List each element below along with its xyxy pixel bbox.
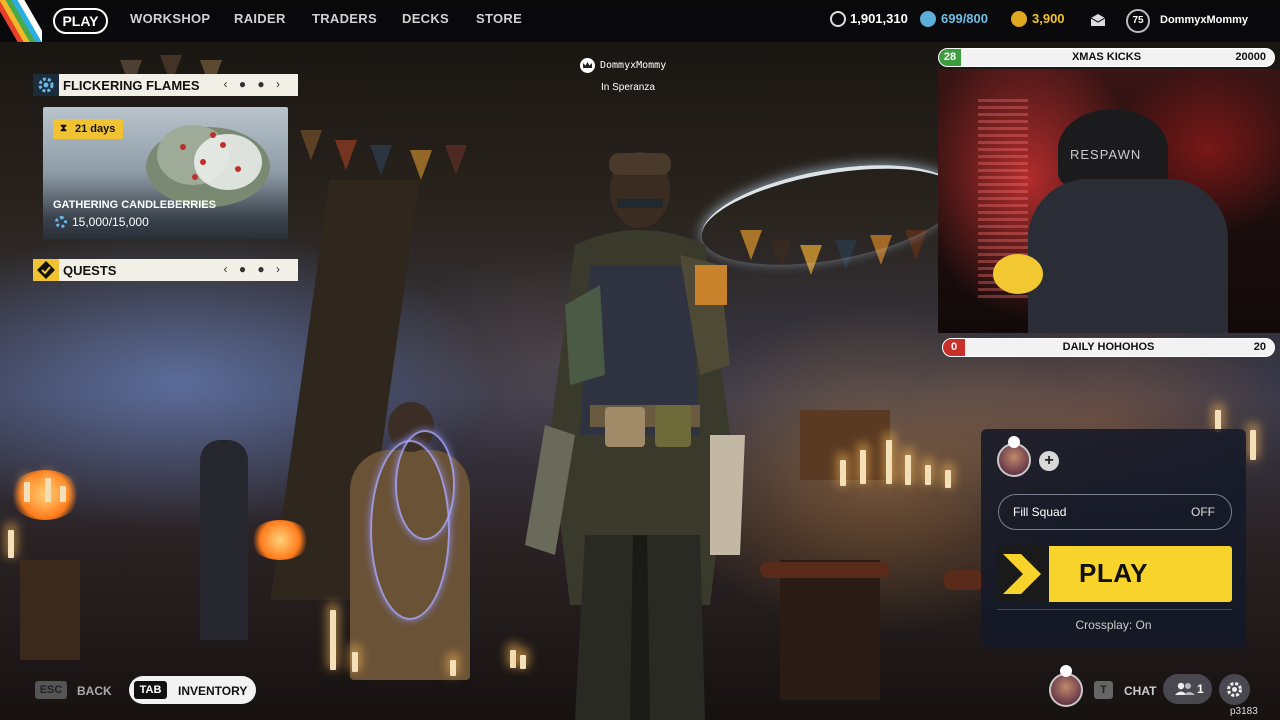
fill-squad-toggle[interactable]: Fill Squad OFF <box>998 494 1232 530</box>
challenge-title: GATHERING CANDLEBERRIES <box>53 199 216 211</box>
crown-icon <box>1060 665 1072 677</box>
fill-squad-label: Fill Squad <box>1013 505 1067 519</box>
brand-stripe-logo <box>0 0 42 42</box>
event-challenge-card[interactable]: ⧗ 21 days GATHERING CANDLEBERRIES 15,000… <box>43 107 288 239</box>
event-pager[interactable]: ‹ ● ● › <box>224 77 285 91</box>
inventory-label: INVENTORY <box>178 684 248 698</box>
nav-tab-traders[interactable]: TRADERS <box>312 11 377 26</box>
webcam-hat-brand: RESPAWN <box>1070 147 1142 162</box>
capacity-value: 699/800 <box>941 11 988 26</box>
divider <box>997 609 1232 610</box>
capacity-icon <box>920 11 936 27</box>
challenge-label: XMAS KICKS <box>1071 51 1142 63</box>
squad-panel: + Fill Squad OFF PLAY Crossplay: On <box>981 429 1246 647</box>
nav-tab-decks[interactable]: DECKS <box>402 11 449 26</box>
esc-key-hint: ESC <box>35 681 67 699</box>
squad-member-avatar[interactable] <box>997 443 1031 477</box>
chat-button[interactable]: CHAT <box>1124 684 1156 698</box>
quest-icon <box>33 259 59 281</box>
quests-pager[interactable]: ‹ ● ● › <box>224 262 285 276</box>
player-tag-name: DommyxMommy <box>600 60 667 71</box>
back-button[interactable]: BACK <box>77 684 112 698</box>
challenge-label: DAILY HOHOHOS <box>1062 341 1155 353</box>
premium-currency-value: 3,900 <box>1032 11 1065 26</box>
add-squad-member-icon[interactable]: + <box>1039 451 1059 471</box>
premium-currency-icon <box>1011 11 1027 27</box>
gear-icon <box>1227 682 1242 697</box>
player-avatar[interactable] <box>1049 673 1083 707</box>
challenge-progress: 15,000/15,000 <box>72 215 149 229</box>
challenge-bar-daily-hohohos: 0 DAILY HOHOHOS 20 <box>942 338 1275 357</box>
crossplay-status: Crossplay: On <box>1075 618 1152 632</box>
days-remaining: 21 days <box>75 123 116 135</box>
time-remaining-badge: ⧗ 21 days <box>53 119 124 139</box>
event-panel-header[interactable]: FLICKERING FLAMES ‹ ● ● › <box>33 74 298 96</box>
fill-squad-value: OFF <box>1191 505 1215 519</box>
play-button[interactable]: PLAY <box>997 546 1232 602</box>
tab-key-hint: TAB <box>134 681 167 699</box>
event-panel-title: FLICKERING FLAMES <box>63 78 200 93</box>
friends-button[interactable]: 1 <box>1163 674 1212 704</box>
friends-count: 1 <box>1197 682 1204 696</box>
top-navigation-bar: PLAY WORKSHOP RAIDER TRADERS DECKS STORE… <box>0 0 1280 42</box>
quests-panel-header[interactable]: QUESTS ‹ ● ● › <box>33 259 298 281</box>
challenge-bar-xmas-kicks: 28 XMAS KICKS 20000 <box>938 48 1275 67</box>
friends-icon <box>1175 682 1195 695</box>
chat-key-hint: T <box>1094 681 1113 699</box>
crown-icon <box>580 58 595 73</box>
nav-tab-store[interactable]: STORE <box>476 11 522 26</box>
inventory-button[interactable]: TAB INVENTORY <box>129 676 256 704</box>
raider-character <box>525 152 745 720</box>
nav-tab-workshop[interactable]: WORKSHOP <box>130 11 210 26</box>
streamer-webcam: RESPAWN <box>938 69 1280 333</box>
hourglass-icon: ⧗ <box>60 123 68 134</box>
player-level-badge[interactable]: 75 <box>1126 9 1150 33</box>
account-username[interactable]: DommyxMommy <box>1160 14 1248 26</box>
nav-tab-play[interactable]: PLAY <box>53 8 108 34</box>
crown-icon <box>1008 436 1020 448</box>
chevron-right-icon <box>997 546 1049 602</box>
coins-icon <box>830 11 846 27</box>
gear-icon <box>55 216 67 228</box>
gear-icon <box>33 74 59 96</box>
challenge-goal: 20 <box>1253 341 1266 353</box>
quests-panel-title: QUESTS <box>63 263 117 278</box>
mail-icon[interactable] <box>1090 13 1106 27</box>
play-button-label: PLAY <box>1079 558 1148 588</box>
nav-tab-raider[interactable]: RAIDER <box>234 11 286 26</box>
version-code: p3183 <box>1230 706 1258 717</box>
challenge-goal: 20000 <box>1235 51 1266 63</box>
player-tag-location: In Speranza <box>601 82 655 93</box>
coins-value: 1,901,310 <box>850 11 908 26</box>
settings-button[interactable] <box>1219 674 1250 705</box>
